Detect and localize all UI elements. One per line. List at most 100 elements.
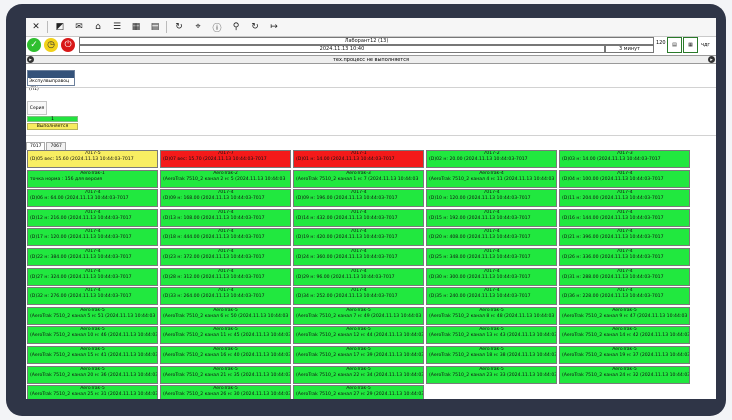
- sensor-cell[interactable]: 7017-4 (D)11 н: 204.00 (2024.11.13 10:44:…: [559, 189, 690, 208]
- sensor-cell[interactable]: 7017-3 (D)03 н: 14.00 (2024.11.13 10:44:0…: [559, 150, 690, 168]
- sensor-cell[interactable]: 7017-4 (D)17 н: 120.00 (2024.11.13 10:44:…: [27, 228, 158, 247]
- sensor-cell[interactable]: 7017-4 (D)25 н: 348.00 (2024.11.13 10:44:…: [426, 248, 557, 266]
- sensor-cell[interactable]: 7017-4 (D)29 н: 96.00 (2024.11.13 10:44:0…: [293, 267, 424, 286]
- undo-icon[interactable]: ↻: [246, 19, 264, 35]
- sensor-cell-reading: (AeroTrak 7510_2 канал 27 н: 29 (2024.11…: [296, 392, 424, 398]
- sensor-cell[interactable]: 7017-5 (D)05 вес: 15.60 (2024.11.13 10:44…: [27, 150, 158, 168]
- sensor-cell[interactable]: AeroTrak-5 (AeroTrak 7510_2 канал 13 н: 4…: [426, 326, 557, 345]
- sensor-cell[interactable]: AeroTrak-5 (AeroTrak 7510_2 канал 7 н: 49…: [293, 306, 424, 325]
- grid-view-icon[interactable]: ▦: [683, 37, 698, 53]
- sensor-cell-reading: (AeroTrak 7510_2 канал 9 н: 47 (2024.11.…: [562, 313, 688, 319]
- sensor-cell[interactable]: 7017-4 (D)28 н: 312.00 (2024.11.13 10:44:…: [160, 267, 291, 286]
- sensor-cell[interactable]: AeroTrak-5 (AeroTrak 7510_2 канал 21 н: 3…: [160, 365, 291, 384]
- forward-icon[interactable]: ↦: [265, 19, 283, 35]
- database-icon[interactable]: ▤: [667, 37, 682, 53]
- sensor-cell[interactable]: AeroTrak-5 (AeroTrak 7510_2 канал 18 н: 3…: [426, 346, 557, 364]
- sensor-cell-reading: (D)17 н: 120.00 (2024.11.13 10:44:03-701…: [30, 235, 132, 241]
- sensor-cell-reading: (D)01 н: 14.00 (2024.11.13 10:44:03-7017: [296, 157, 395, 162]
- sensor-cell[interactable]: 7017-4 (D)19 н: 420.00 (2024.11.13 10:44:…: [293, 228, 424, 247]
- sensor-cell[interactable]: AeroTrak-5 (AeroTrak 7510_2 канал 22 н: 3…: [293, 365, 424, 384]
- sensor-cell[interactable]: AeroTrak-5 (AeroTrak 7510_2 канал 17 н: 3…: [293, 346, 424, 364]
- sensor-cell[interactable]: 7017-4 (D)26 н: 336.00 (2024.11.13 10:44:…: [559, 248, 690, 266]
- sensor-cell-reading: (AeroTrak 7510_2 канал 8 н: 48 (2024.11.…: [429, 313, 555, 319]
- sensor-cell[interactable]: 7017-4 (D)18 н: 444.00 (2024.11.13 10:44:…: [160, 228, 291, 247]
- tab-7067[interactable]: 7067: [46, 142, 66, 150]
- sensor-cell[interactable]: 7017-2 (D)02 н: 20.00 (2024.11.13 10:44:0…: [426, 150, 557, 168]
- sensor-cell[interactable]: 7017-4 (D)06 н: 64.00 (2024.11.13 10:44:0…: [27, 189, 158, 208]
- sensor-cell[interactable]: AeroTrak-5 (AeroTrak 7510_2 канал 6 н: 50…: [160, 306, 291, 325]
- sensor-cell-reading: точка норма : 156 для версия: [30, 176, 103, 182]
- ok-status-icon[interactable]: ✓: [27, 38, 41, 52]
- measure-icon[interactable]: ◩: [51, 19, 69, 35]
- sensor-cell[interactable]: 7017-4 (D)27 н: 324.00 (2024.11.13 10:44:…: [27, 267, 158, 286]
- sensor-cell[interactable]: 7017-4 (D)15 н: 192.00 (2024.11.13 10:44:…: [426, 208, 557, 227]
- info-icon[interactable]: ⓘ: [208, 19, 226, 35]
- grid-icon[interactable]: ▦: [127, 19, 145, 35]
- sensor-cell[interactable]: 7017-4 (D)10 н: 120.00 (2024.11.13 10:44:…: [426, 189, 557, 208]
- sensor-cell[interactable]: AeroTrak-5 (AeroTrak 7510_2 канал 15 н: 4…: [27, 346, 158, 364]
- sensor-cell[interactable]: 7017-4 (D)24 н: 360.00 (2024.11.13 10:44:…: [293, 248, 424, 266]
- pin-icon[interactable]: ⌖: [189, 19, 207, 35]
- sensor-cell[interactable]: AeroTrak-5 (AeroTrak 7510_2 канал 24 н: 3…: [559, 365, 690, 384]
- sensor-cell[interactable]: 7017-7 (D)07 вес: 15.70 (2024.11.13 10:44…: [160, 150, 291, 168]
- sensor-cell-reading: (D)03 н: 14.00 (2024.11.13 10:44:03-7017: [562, 157, 661, 162]
- sensor-cell[interactable]: 7017-4 (D)23 н: 372.00 (2024.11.13 10:44:…: [160, 248, 291, 266]
- sensor-cell[interactable]: AeroTrak-5 (AeroTrak 7510_2 канал 26 н: 3…: [160, 385, 291, 399]
- sensor-cell[interactable]: 7017-4 (D)04 н: 100.00 (2024.11.13 10:44:…: [559, 169, 690, 188]
- datetime-field: 2024.11.13 10:40: [79, 45, 605, 53]
- mail-icon[interactable]: ✉: [70, 19, 88, 35]
- sensor-cell[interactable]: 7017-4 (D)35 н: 240.00 (2024.11.13 10:44:…: [426, 287, 557, 306]
- sensor-cell[interactable]: AeroTrak-1 точка норма : 156 для версия: [27, 169, 158, 188]
- sensor-cell[interactable]: AeroTrak-5 (AeroTrak 7510_2 канал 10 н: 4…: [27, 326, 158, 345]
- sensor-cell[interactable]: AeroTrak-5 (AeroTrak 7510_2 канал 5 н: 51…: [27, 306, 158, 325]
- clock-icon[interactable]: ◷: [44, 38, 58, 52]
- close-icon[interactable]: ✕: [27, 19, 45, 35]
- sensor-cell[interactable]: 7017-4 (D)36 н: 228.00 (2024.11.13 10:44:…: [559, 287, 690, 306]
- sensor-cell[interactable]: 7017-4 (D)13 н: 108.00 (2024.11.13 10:44:…: [160, 208, 291, 227]
- sensor-cell[interactable]: 7017-4 (D)21 н: 396.00 (2024.11.13 10:44:…: [559, 228, 690, 247]
- sensor-cell[interactable]: 7017-4 (D)14 н: 432.00 (2024.11.13 10:44:…: [293, 208, 424, 227]
- sensor-cell[interactable]: AeroTrak-3 (AeroTrak 7510_2 канал 1 н: 7 …: [293, 169, 424, 188]
- sensor-cell[interactable]: 7017-4 (D)22 н: 384.00 (2024.11.13 10:44:…: [27, 248, 158, 266]
- sensor-cell[interactable]: 7017-4 (D)12 н: 216.00 (2024.11.13 10:44:…: [27, 208, 158, 227]
- sensor-cell[interactable]: AeroTrak-5 (AeroTrak 7510_2 канал 19 н: 3…: [559, 346, 690, 364]
- location-icon[interactable]: ⚲: [227, 19, 245, 35]
- sensor-cell[interactable]: 7017-4 (D)34 н: 252.00 (2024.11.13 10:44:…: [293, 287, 424, 306]
- sensor-cell-reading: (AeroTrak 7510_2 канал 25 н: 31 (2024.11…: [30, 392, 158, 398]
- sensor-cell[interactable]: 7017-4 (D)33 н: 264.00 (2024.11.13 10:44:…: [160, 287, 291, 306]
- equipment-tab[interactable]: Экспулвыправоц (П1): [27, 70, 75, 92]
- list-icon[interactable]: ☰: [108, 19, 126, 35]
- sensor-cell[interactable]: 7017-4 (D)09 н: 168.00 (2024.11.13 10:44:…: [160, 189, 291, 208]
- sensor-cell[interactable]: 7017-4 (D)20 н: 408.00 (2024.11.13 10:44:…: [426, 228, 557, 247]
- sensor-cell-reading: (D)30 н: 300.00 (2024.11.13 10:44:03-701…: [429, 274, 531, 280]
- sensor-cell[interactable]: AeroTrak-5 (AeroTrak 7510_2 канал 27 н: 2…: [293, 385, 424, 399]
- sensor-cell[interactable]: AeroTrak-5 (AeroTrak 7510_2 канал 9 н: 47…: [559, 306, 690, 325]
- sensor-cell[interactable]: AeroTrak-5 (AeroTrak 7510_2 канал 14 н: 4…: [559, 326, 690, 345]
- tab-7017[interactable]: 7017: [26, 142, 46, 150]
- series-tab[interactable]: Серия: [27, 101, 47, 115]
- sensor-cell-reading: (D)24 н: 360.00 (2024.11.13 10:44:03-701…: [296, 255, 398, 260]
- sensor-cell[interactable]: 7017-4 (D)16 н: 144.00 (2024.11.13 10:44:…: [559, 208, 690, 227]
- sensor-cell[interactable]: AeroTrak-5 (AeroTrak 7510_2 канал 16 н: 4…: [160, 346, 291, 364]
- document-icon[interactable]: ▤: [146, 19, 164, 35]
- sensor-cell[interactable]: AeroTrak-5 (AeroTrak 7510_2 канал 11 н: 4…: [160, 326, 291, 345]
- power-icon[interactable]: ⏻: [61, 38, 75, 52]
- sensor-cell[interactable]: 7017-4 (D)09 н: 196.00 (2024.11.13 10:44:…: [293, 189, 424, 208]
- sensor-cell[interactable]: 7017-4 (D)30 н: 300.00 (2024.11.13 10:44:…: [426, 267, 557, 286]
- sensor-cell[interactable]: AeroTrak-5 (AeroTrak 7510_2 канал 23 н: 3…: [426, 365, 557, 384]
- refresh-icon[interactable]: ↻: [170, 19, 188, 35]
- sensor-cell[interactable]: AeroTrak-5 (AeroTrak 7510_2 канал 12 н: 4…: [293, 326, 424, 345]
- sensor-cell[interactable]: AeroTrak-2 (AeroTrak 7510_2 канал 2 н: 5 …: [160, 169, 291, 188]
- sensor-cell[interactable]: AeroTrak-4 (AeroTrak 7510_2 канал 4 н: 11…: [426, 169, 557, 188]
- sensor-cell-reading: (AeroTrak 7510_2 канал 18 н: 38 (2024.11…: [429, 353, 557, 358]
- sensor-cell[interactable]: AeroTrak-5 (AeroTrak 7510_2 канал 20 н: 3…: [27, 365, 158, 384]
- prev-process-button[interactable]: ▸: [27, 56, 34, 63]
- sensor-cell[interactable]: AeroTrak-5 (AeroTrak 7510_2 канал 8 н: 48…: [426, 306, 557, 325]
- sensor-cell[interactable]: 7017-4 (D)32 н: 276.00 (2024.11.13 10:44:…: [27, 287, 158, 306]
- sensor-cell-reading: (D)04 н: 100.00 (2024.11.13 10:44:03-701…: [562, 176, 664, 182]
- sensor-cell[interactable]: AeroTrak-5 (AeroTrak 7510_2 канал 25 н: 3…: [27, 385, 158, 399]
- next-process-button[interactable]: ▸: [708, 56, 715, 63]
- sensor-cell[interactable]: 7017-4 (D)31 н: 288.00 (2024.11.13 10:44:…: [559, 267, 690, 286]
- sensor-cell[interactable]: 7017-1 (D)01 н: 14.00 (2024.11.13 10:44:0…: [293, 150, 424, 168]
- home-icon[interactable]: ⌂: [89, 19, 107, 35]
